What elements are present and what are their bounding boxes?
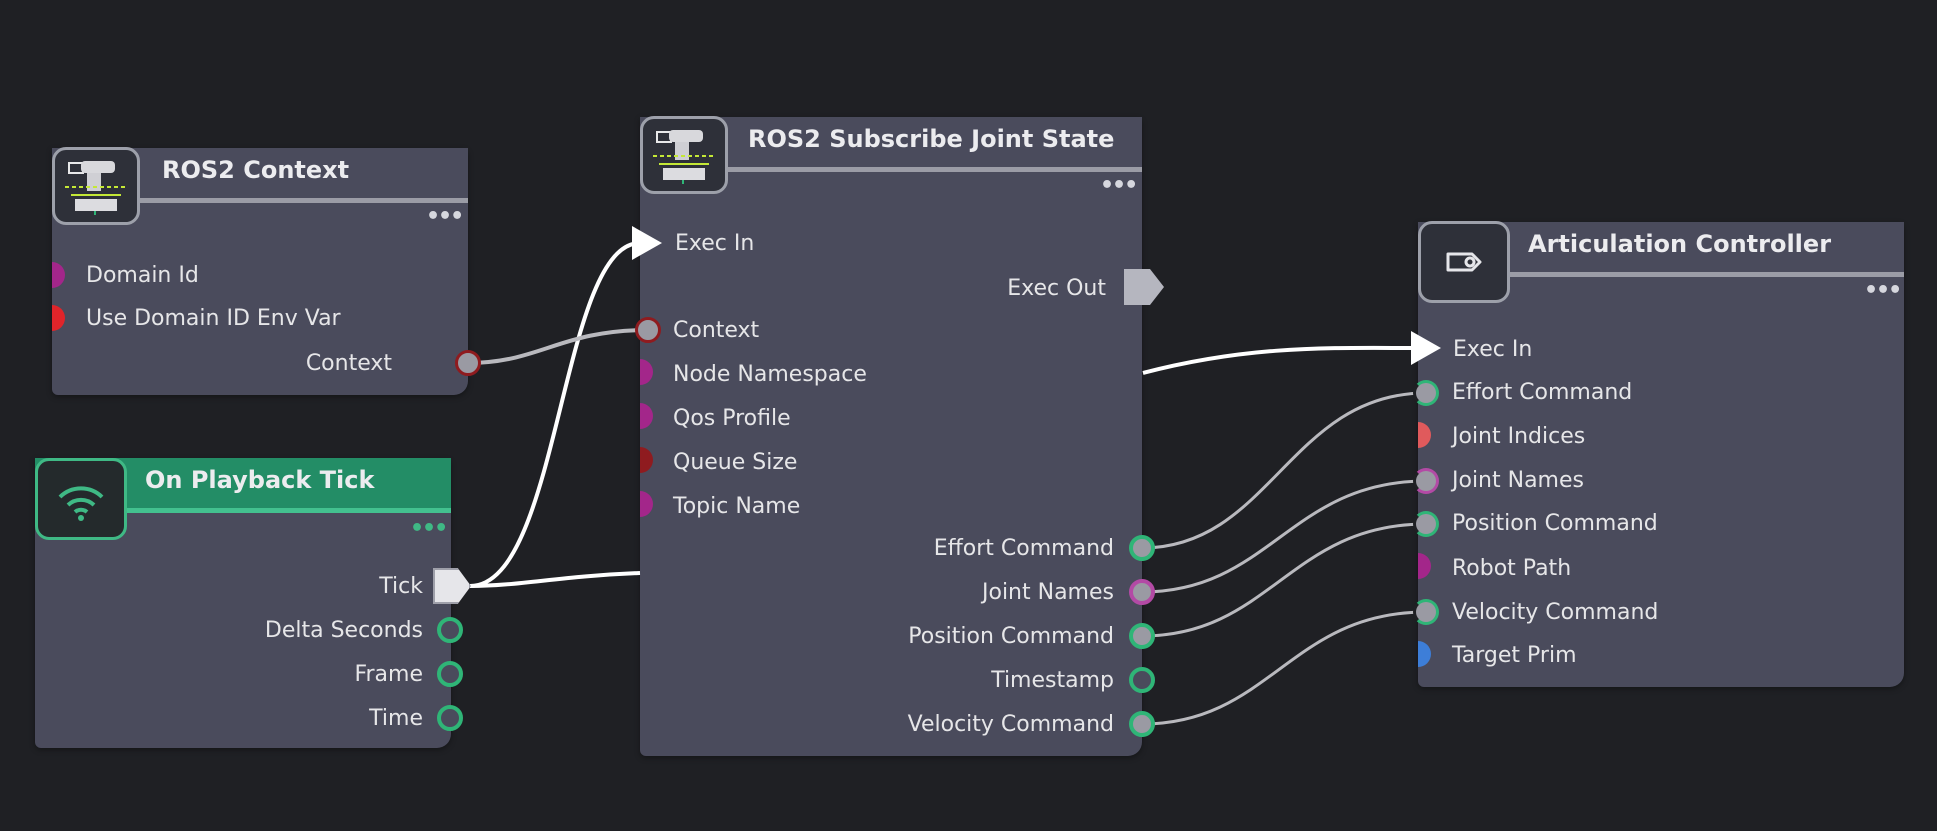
joint-names-input-label: Joint Names <box>1452 468 1584 493</box>
joint-indices-label: Joint Indices <box>1452 424 1586 449</box>
robot-arm-icon <box>52 147 140 225</box>
wire-velocity-command[interactable] <box>1141 610 1427 726</box>
exec-in-label: Exec In <box>1453 337 1533 362</box>
topic-name-port[interactable] <box>640 491 653 517</box>
wire-joint-names[interactable] <box>1141 479 1427 594</box>
node-title: ROS2 Subscribe Joint State <box>748 125 1115 153</box>
queue-size-label: Queue Size <box>673 450 798 475</box>
joint-indices-port[interactable] <box>1418 422 1431 448</box>
wire-context-to-context[interactable] <box>467 328 649 365</box>
tick-label: Tick <box>379 574 423 599</box>
node-title: ROS2 Context <box>162 156 350 184</box>
queue-size-port[interactable] <box>640 447 653 473</box>
node-title: Articulation Controller <box>1528 230 1832 258</box>
velocity-command-output-port[interactable] <box>1129 711 1155 737</box>
position-command-output-port[interactable] <box>1129 623 1155 649</box>
target-prim-label: Target Prim <box>1452 643 1577 668</box>
robot-path-label: Robot Path <box>1452 556 1572 581</box>
domain-id-label: Domain Id <box>86 263 199 288</box>
effort-command-output-port[interactable] <box>1129 535 1155 561</box>
node-namespace-label: Node Namespace <box>673 362 867 387</box>
context-output-label: Context <box>305 351 392 376</box>
frame-output-port[interactable] <box>437 661 463 687</box>
controller-icon <box>1418 221 1510 303</box>
timestamp-output-port[interactable] <box>1129 667 1155 693</box>
robot-arm-icon <box>640 116 728 194</box>
robot-path-port[interactable] <box>1418 553 1431 579</box>
delta-seconds-output-port[interactable] <box>437 617 463 643</box>
wifi-icon <box>35 458 127 540</box>
more-options-icon[interactable]: ••• <box>1100 175 1138 197</box>
topic-name-label: Topic Name <box>673 494 801 519</box>
use-domain-id-env-var-label: Use Domain ID Env Var <box>86 306 341 331</box>
effort-command-input-label: Effort Command <box>1452 380 1633 405</box>
wire-effort-command[interactable] <box>1141 391 1427 550</box>
wire-tick-to-subscribe-body[interactable] <box>469 571 641 588</box>
velocity-command-input-port[interactable] <box>1413 599 1439 625</box>
joint-names-input-port[interactable] <box>1413 468 1439 494</box>
qos-profile-label: Qos Profile <box>673 406 791 431</box>
context-input-port[interactable] <box>635 317 661 343</box>
node-namespace-port[interactable] <box>640 359 653 385</box>
frame-label: Frame <box>354 662 423 687</box>
time-output-port[interactable] <box>437 705 463 731</box>
more-options-icon[interactable]: ••• <box>410 518 448 540</box>
node-title: On Playback Tick <box>145 466 375 494</box>
velocity-command-output-label: Velocity Command <box>907 712 1114 737</box>
wire-tick-to-subscribe-exec-in[interactable] <box>469 241 641 588</box>
ros2-subscribe-joint-state-node[interactable]: ROS2 Subscribe Joint State ••• Exec In C… <box>640 117 1142 756</box>
context-input-label: Context <box>673 318 760 343</box>
domain-id-port[interactable] <box>52 262 65 288</box>
joint-names-output-label: Joint Names <box>982 580 1114 605</box>
exec-out-port[interactable] <box>1124 269 1164 305</box>
velocity-command-input-label: Velocity Command <box>1452 600 1659 625</box>
qos-profile-port[interactable] <box>640 403 653 429</box>
timestamp-output-label: Timestamp <box>991 668 1114 693</box>
exec-out-label: Exec Out <box>1007 276 1106 301</box>
position-command-input-port[interactable] <box>1413 511 1439 537</box>
wire-position-command[interactable] <box>1141 522 1427 638</box>
wire-subscribe-to-articulation-exec-in[interactable] <box>1142 345 1416 375</box>
exec-in-port[interactable] <box>1411 331 1441 365</box>
context-output-port[interactable] <box>455 350 481 376</box>
delta-seconds-label: Delta Seconds <box>264 618 423 643</box>
exec-in-label: Exec In <box>675 231 755 256</box>
position-command-output-label: Position Command <box>908 624 1114 649</box>
exec-in-port[interactable] <box>632 226 662 260</box>
tick-output-port[interactable] <box>433 568 471 604</box>
time-label: Time <box>369 706 423 731</box>
joint-names-output-port[interactable] <box>1129 579 1155 605</box>
more-options-icon[interactable]: ••• <box>426 206 464 228</box>
target-prim-port[interactable] <box>1418 641 1431 667</box>
position-command-input-label: Position Command <box>1452 511 1658 536</box>
effort-command-input-port[interactable] <box>1413 380 1439 406</box>
more-options-icon[interactable]: ••• <box>1864 280 1902 302</box>
use-domain-id-env-var-port[interactable] <box>52 305 65 331</box>
effort-command-output-label: Effort Command <box>933 536 1114 561</box>
